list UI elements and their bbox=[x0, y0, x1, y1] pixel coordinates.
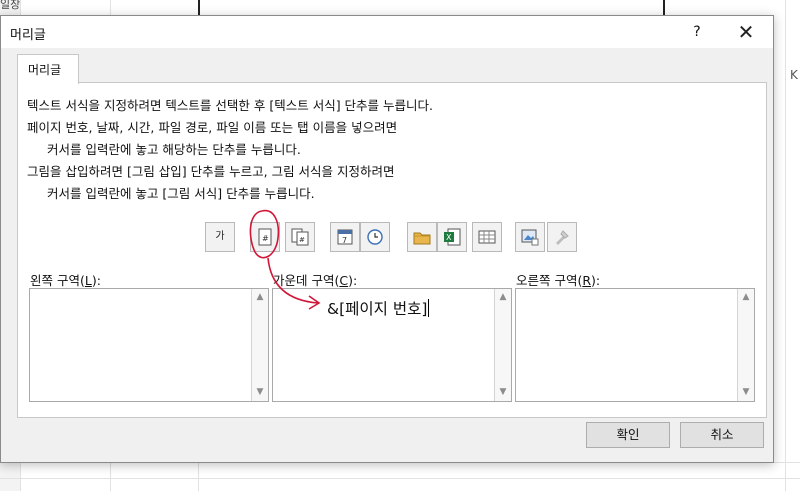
right-section-scrollbar[interactable]: ▲ ▼ bbox=[737, 289, 754, 401]
center-section-scrollbar[interactable]: ▲ ▼ bbox=[494, 289, 511, 401]
instruction-line: 커서를 입력란에 놓고 [그림 서식] 단추를 누릅니다. bbox=[47, 186, 315, 201]
svg-text:X: X bbox=[446, 233, 452, 242]
cell-label: 일장 bbox=[0, 0, 21, 11]
format-picture-button[interactable] bbox=[547, 222, 577, 252]
clock-icon bbox=[367, 229, 383, 245]
right-section-input[interactable]: ▲ ▼ bbox=[515, 288, 755, 402]
excel-file-icon: X bbox=[444, 228, 461, 246]
scroll-up-icon[interactable]: ▲ bbox=[252, 289, 268, 306]
page-count-icon: # bbox=[291, 228, 309, 246]
right-section-label: 오른쪽 구역(R): bbox=[516, 273, 601, 288]
format-text-button[interactable]: 가 bbox=[205, 222, 235, 252]
dialog-title: 머리글 bbox=[10, 28, 46, 43]
left-section-input[interactable]: ▲ ▼ bbox=[29, 288, 269, 402]
text-caret bbox=[428, 299, 430, 317]
sheet-grid-icon bbox=[478, 230, 496, 244]
scroll-down-icon[interactable]: ▼ bbox=[495, 384, 511, 401]
gridline bbox=[0, 478, 800, 479]
tab-header-label: 머리글 bbox=[28, 63, 62, 77]
insert-date-button[interactable]: 7 bbox=[330, 222, 360, 252]
format-picture-icon bbox=[556, 230, 569, 245]
insert-picture-button[interactable] bbox=[515, 222, 545, 252]
insert-time-button[interactable] bbox=[360, 222, 390, 252]
scroll-down-icon[interactable]: ▼ bbox=[738, 384, 754, 401]
help-button[interactable]: ? bbox=[687, 21, 707, 43]
instruction-line: 페이지 번호, 날짜, 시간, 파일 경로, 파일 이름 또는 탭 이름을 넣으… bbox=[27, 120, 398, 135]
tab-header[interactable]: 머리글 bbox=[17, 54, 79, 84]
instruction-line: 커서를 입력란에 놓고 해당하는 단추를 누릅니다. bbox=[47, 142, 301, 157]
svg-text:#: # bbox=[262, 234, 269, 243]
ok-button[interactable]: 확인 bbox=[586, 422, 670, 448]
scroll-up-icon[interactable]: ▲ bbox=[495, 289, 511, 306]
folder-icon bbox=[413, 232, 431, 245]
svg-text:7: 7 bbox=[342, 236, 347, 245]
center-section-text: &[페이지 번호] bbox=[327, 299, 430, 318]
instruction-line: 그림을 삽입하려면 [그림 삽입] 단추를 누르고, 그림 서식을 지정하려면 bbox=[27, 164, 395, 179]
instruction-line: 텍스트 서식을 지정하려면 텍스트를 선택한 후 [텍스트 서식] 단추를 누릅… bbox=[27, 98, 433, 113]
center-section-input[interactable]: &[페이지 번호] ▲ ▼ bbox=[272, 288, 512, 402]
left-section-scrollbar[interactable]: ▲ ▼ bbox=[251, 289, 268, 401]
picture-icon bbox=[521, 229, 539, 246]
insert-file-path-button[interactable] bbox=[407, 222, 437, 252]
header-dialog: 머리글 ? ✕ 머리글 텍스트 서식을 지정하려면 텍스트를 선택한 후 [텍스… bbox=[0, 15, 774, 463]
gridline bbox=[785, 0, 786, 491]
insert-page-count-button[interactable]: # bbox=[285, 222, 315, 252]
title-bar: 머리글 ? ✕ bbox=[1, 16, 773, 48]
insert-file-name-button[interactable]: X bbox=[437, 222, 467, 252]
format-text-icon: 가 bbox=[215, 231, 225, 242]
scroll-up-icon[interactable]: ▲ bbox=[738, 289, 754, 306]
column-label: K bbox=[790, 68, 798, 82]
page-number-icon: # bbox=[258, 228, 272, 246]
insert-sheet-name-button[interactable] bbox=[472, 222, 502, 252]
calendar-icon: 7 bbox=[337, 229, 353, 245]
insert-page-number-button[interactable]: # bbox=[250, 222, 280, 252]
svg-text:#: # bbox=[299, 236, 305, 244]
scroll-down-icon[interactable]: ▼ bbox=[252, 384, 268, 401]
cancel-button[interactable]: 취소 bbox=[680, 422, 764, 448]
left-section-label: 왼쪽 구역(L): bbox=[30, 273, 101, 288]
close-button[interactable]: ✕ bbox=[733, 20, 759, 44]
center-section-label: 가운데 구역(C): bbox=[273, 273, 358, 288]
